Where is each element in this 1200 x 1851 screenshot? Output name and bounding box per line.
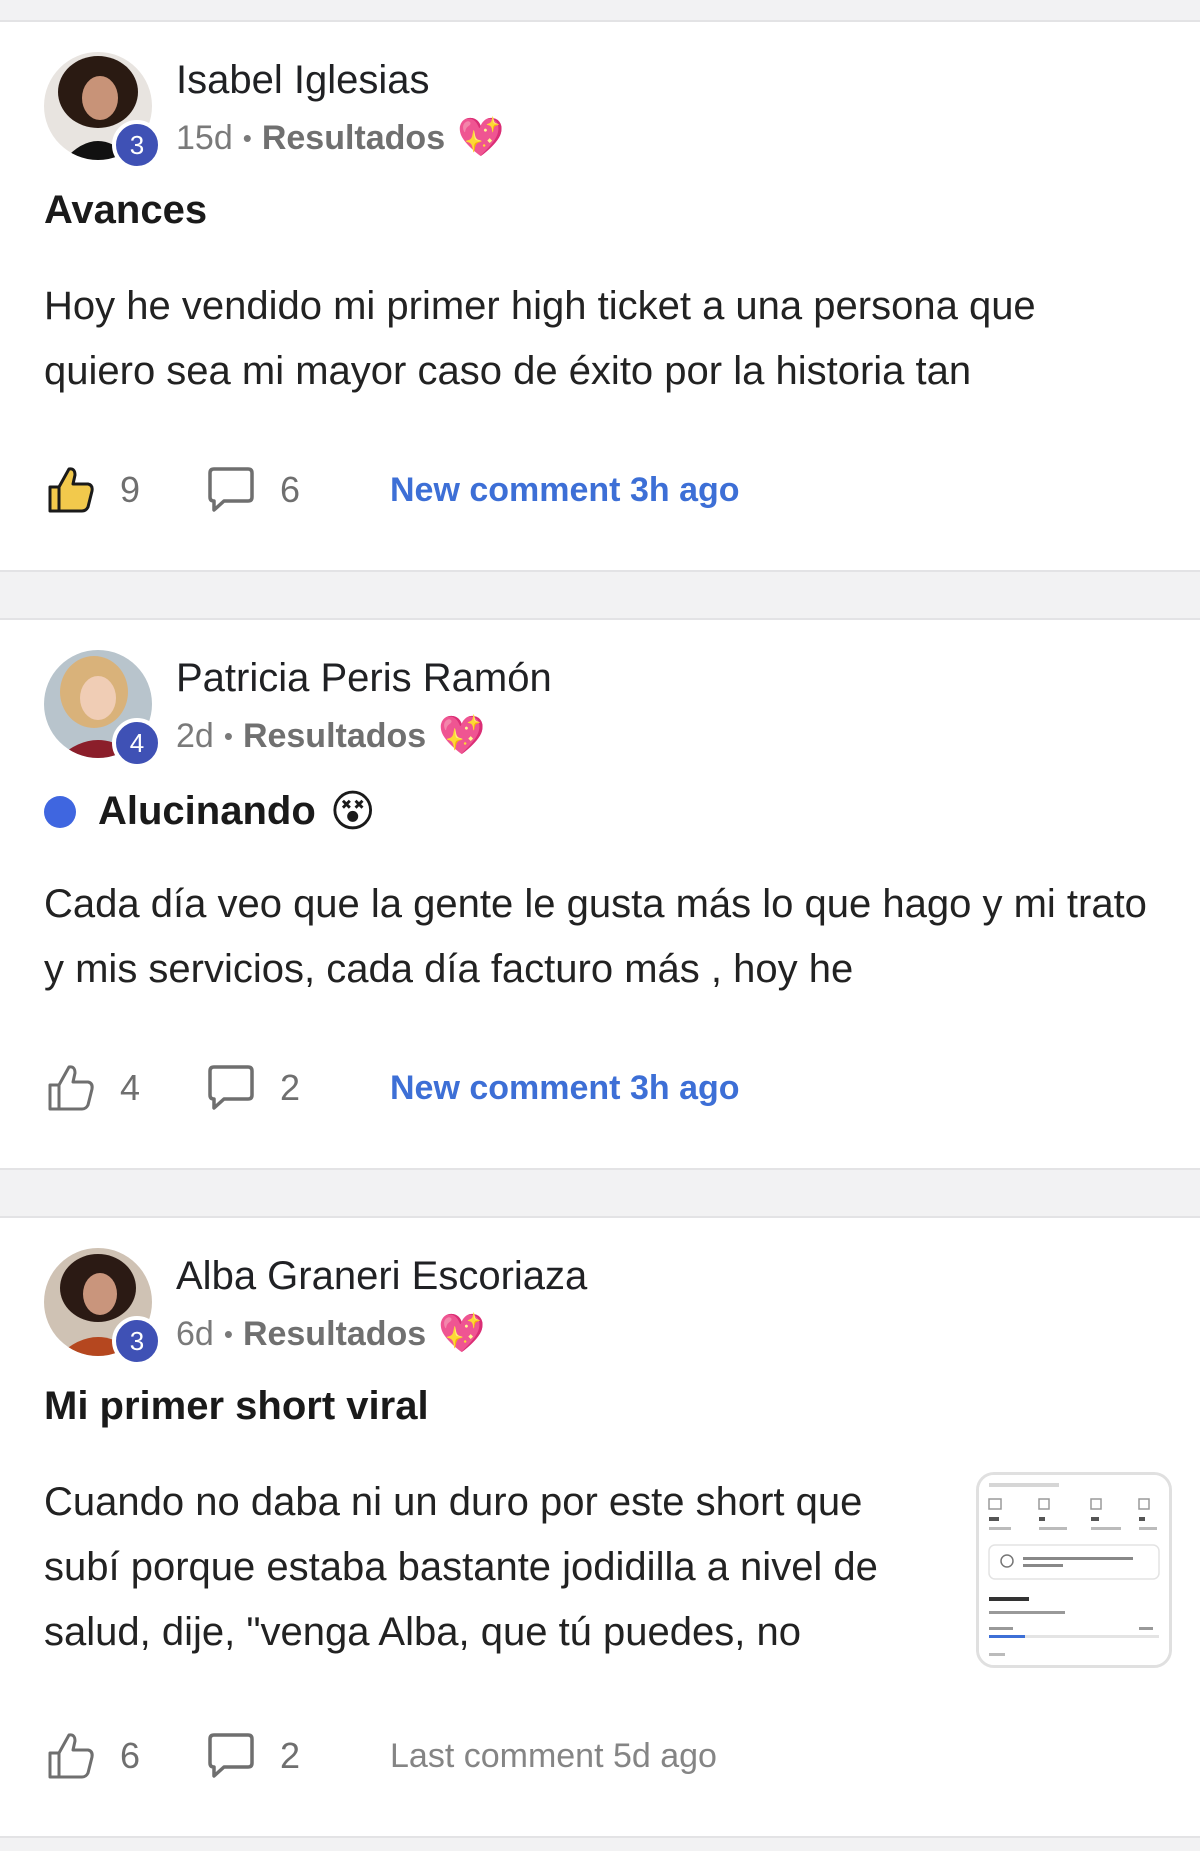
post-category[interactable]: Resultados [243, 1315, 426, 1354]
comment-count: 6 [280, 469, 301, 510]
comment-count: 2 [280, 1735, 301, 1776]
post-thumbnail[interactable] [976, 1472, 1172, 1668]
author-name[interactable]: Isabel Iglesias [176, 58, 429, 103]
meta-separator: • [223, 1318, 233, 1349]
post-title-text: Alucinando [98, 789, 316, 833]
post-card[interactable]: 4 Patricia Peris Ramón 2d • Resultados 💖… [0, 618, 1200, 1170]
post-body[interactable]: Cada día veo que la gente le gusta más l… [44, 872, 1154, 1002]
level-badge: 3 [112, 120, 162, 170]
sparkling-heart-icon: 💖 [438, 1313, 486, 1355]
like-count: 4 [120, 1067, 141, 1108]
comment-status-link[interactable]: Last comment 5d ago [390, 1737, 717, 1776]
comment-status-link[interactable]: New comment 3h ago [390, 471, 740, 510]
author-name[interactable]: Patricia Peris Ramón [176, 656, 552, 701]
post-body[interactable]: Cuando no daba ni un duro por este short… [44, 1470, 944, 1665]
post-meta: 15d • Resultados 💖 [176, 116, 504, 160]
post-actions: 9 6 New comment 3h ago [44, 460, 1144, 520]
post-body[interactable]: Hoy he vendido mi primer high ticket a u… [44, 274, 1154, 404]
dizzy-face-emoji: 😵 [329, 787, 376, 836]
post-title-text: Avances [44, 188, 208, 232]
speech-bubble-icon[interactable] [204, 1061, 258, 1115]
post-meta: 2d • Resultados 💖 [176, 714, 486, 758]
comment-status-link[interactable]: New comment 3h ago [390, 1069, 740, 1108]
post-time: 6d [176, 1314, 214, 1353]
meta-separator: • [223, 720, 233, 751]
like-count: 9 [120, 469, 141, 510]
post-title[interactable]: Avances [44, 188, 207, 233]
post-header: 3 Alba Graneri Escoriaza 6d • Resultados… [44, 1248, 1144, 1366]
thumbs-up-icon[interactable] [44, 1729, 98, 1783]
like-count: 6 [120, 1735, 141, 1776]
post-time: 2d [176, 716, 214, 755]
unread-indicator [44, 795, 76, 828]
post-title-text: Mi primer short viral [44, 1384, 429, 1428]
post-category[interactable]: Resultados [243, 717, 426, 756]
post-actions: 6 2 Last comment 5d ago [44, 1726, 1144, 1786]
level-badge: 4 [112, 718, 162, 768]
speech-bubble-icon[interactable] [204, 463, 258, 517]
meta-separator: • [242, 122, 252, 153]
post-title[interactable]: Alucinando 😵 [44, 786, 376, 837]
post-actions: 4 2 New comment 3h ago [44, 1058, 1144, 1118]
comment-count: 2 [280, 1067, 301, 1108]
post-category[interactable]: Resultados [262, 119, 445, 158]
post-card[interactable]: 3 Isabel Iglesias 15d • Resultados 💖 Ava… [0, 20, 1200, 572]
thumbs-up-icon[interactable] [44, 1061, 98, 1115]
level-badge: 3 [112, 1316, 162, 1366]
post-card[interactable]: 3 Alba Graneri Escoriaza 6d • Resultados… [0, 1216, 1200, 1838]
post-time: 15d [176, 118, 233, 157]
sparkling-heart-icon: 💖 [438, 715, 486, 757]
author-name[interactable]: Alba Graneri Escoriaza [176, 1254, 587, 1299]
post-meta: 6d • Resultados 💖 [176, 1312, 486, 1356]
thumbs-up-icon[interactable] [44, 463, 98, 517]
post-header: 3 Isabel Iglesias 15d • Resultados 💖 [44, 52, 1144, 170]
sparkling-heart-icon: 💖 [457, 117, 505, 159]
speech-bubble-icon[interactable] [204, 1729, 258, 1783]
post-header: 4 Patricia Peris Ramón 2d • Resultados 💖 [44, 650, 1144, 768]
post-title[interactable]: Mi primer short viral [44, 1384, 429, 1429]
